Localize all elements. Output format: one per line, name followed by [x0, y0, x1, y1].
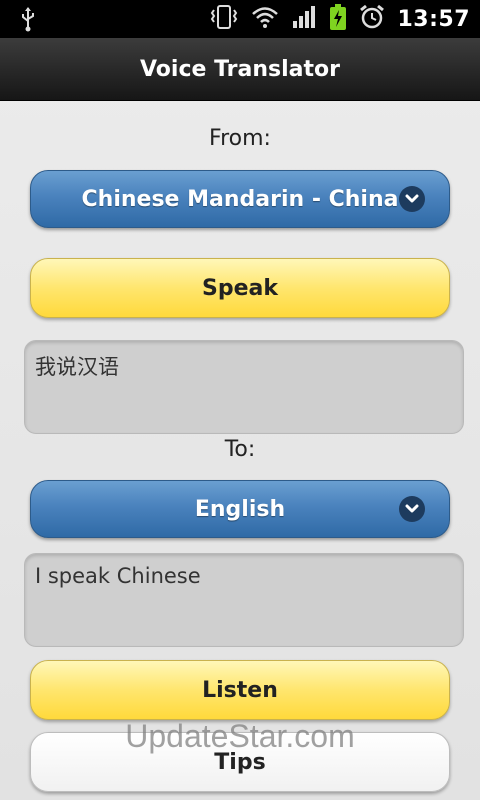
chevron-down-icon	[399, 186, 425, 212]
translated-text-field[interactable]: I speak Chinese	[24, 553, 464, 647]
usb-icon	[20, 6, 36, 36]
battery-charging-icon	[329, 3, 347, 35]
title-bar: Voice Translator	[0, 38, 480, 101]
vibrate-icon	[209, 4, 239, 34]
to-language-value: English	[194, 496, 286, 522]
app-title: Voice Translator	[139, 56, 340, 82]
chevron-down-icon	[399, 496, 425, 522]
from-language-select[interactable]: Chinese Mandarin - China	[30, 170, 450, 228]
to-label: To:	[224, 437, 256, 462]
from-language-value: Chinese Mandarin - China	[81, 186, 399, 212]
from-label: From:	[209, 126, 271, 151]
source-text-field[interactable]: 我说汉语	[24, 340, 464, 434]
tips-button[interactable]: Tips	[30, 732, 450, 792]
speak-button[interactable]: Speak	[30, 258, 450, 318]
wifi-icon	[251, 5, 279, 33]
signal-icon	[291, 5, 317, 33]
status-bar: 13:57	[0, 0, 480, 38]
alarm-icon	[359, 4, 385, 34]
to-language-select[interactable]: English	[30, 480, 450, 538]
clock: 13:57	[397, 6, 470, 32]
listen-button[interactable]: Listen	[30, 660, 450, 720]
